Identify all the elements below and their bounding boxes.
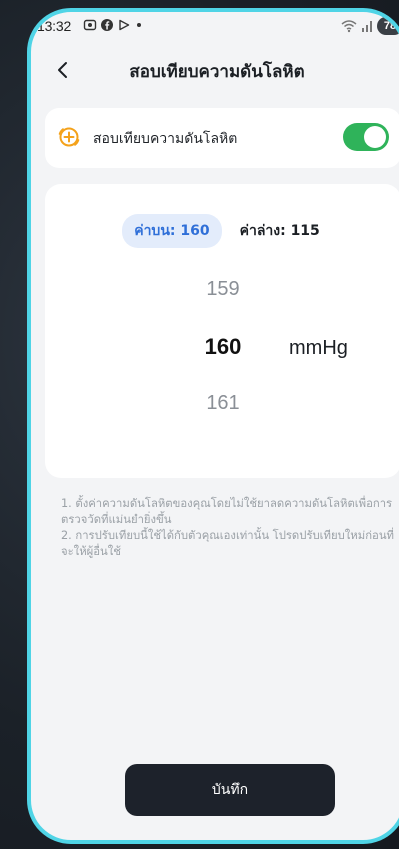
status-time: 13:32	[37, 18, 72, 34]
unit-label: mmHg	[289, 337, 348, 359]
save-button[interactable]: บันทึก	[125, 764, 335, 816]
status-bar: 13:32 78	[31, 12, 399, 42]
play-icon	[119, 19, 130, 31]
facebook-icon	[101, 19, 113, 31]
calibration-toggle-card: สอบเทียบความดันโลหิต	[45, 108, 399, 168]
phone-screen: 13:32 78 สอบเทียบความดันโลหิต สอบเทียบคว…	[27, 8, 399, 844]
status-system-icons: 78	[341, 17, 399, 35]
wheel-next-value[interactable]: 161	[45, 392, 399, 415]
calibration-switch[interactable]	[343, 123, 389, 151]
calibration-notes: 1. ตั้งค่าความดันโลหิตของคุณโดยไม่ใช้ยาล…	[61, 496, 396, 560]
pressure-tabs: ค่าบน: 160 ค่าล่าง: 115	[45, 214, 399, 248]
page-title: สอบเทียบความดันโลหิต	[129, 62, 305, 82]
status-notification-icons	[83, 18, 144, 32]
switch-knob	[364, 126, 386, 148]
note-1: 1. ตั้งค่าความดันโลหิตของคุณโดยไม่ใช้ยาล…	[61, 497, 393, 526]
wifi-icon	[341, 20, 357, 33]
tab-upper-value[interactable]: ค่าบน: 160	[122, 214, 222, 248]
signal-icon	[362, 21, 372, 32]
tab-lower-value[interactable]: ค่าล่าง: 115	[236, 214, 324, 248]
battery-indicator: 78	[377, 17, 399, 35]
calibration-toggle-label: สอบเทียบความดันโลหิต	[93, 131, 238, 147]
pressure-picker-card: ค่าบน: 160 ค่าล่าง: 115 159 160 mmHg 161	[45, 184, 399, 478]
wheel-prev-value[interactable]: 159	[45, 278, 399, 301]
dot-icon	[137, 23, 141, 27]
value-wheel[interactable]: 159 160 mmHg 161	[45, 270, 399, 450]
plus-circle-icon	[58, 127, 80, 147]
camera-icon	[83, 19, 97, 31]
note-2: 2. การปรับเทียบนี้ใช้ได้กับตัวคุณเองเท่า…	[61, 529, 394, 558]
page-header: สอบเทียบความดันโลหิต	[31, 42, 399, 98]
